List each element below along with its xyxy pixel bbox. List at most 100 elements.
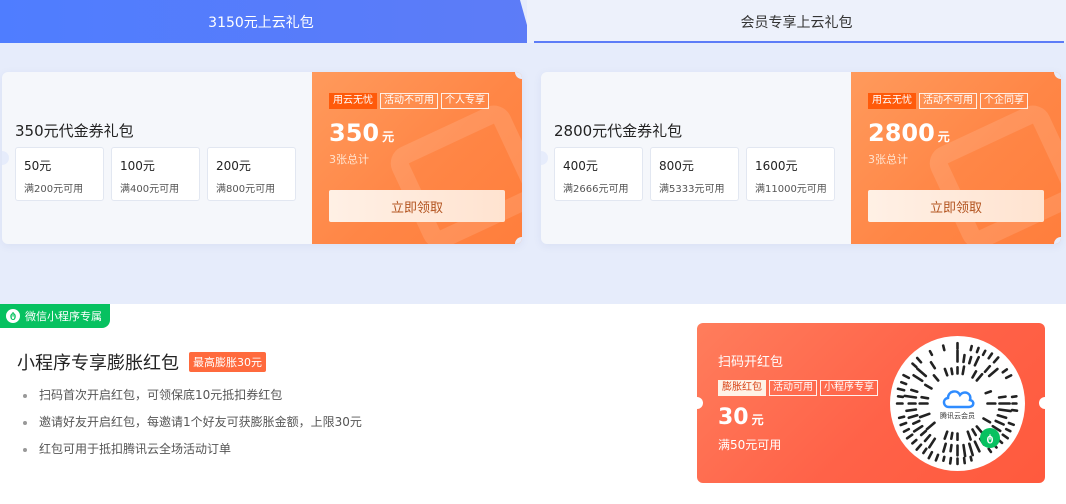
qr-ray [929, 360, 937, 370]
qr-ray [912, 373, 924, 383]
tag: 小程序专享 [820, 380, 878, 396]
card-notch [1054, 72, 1061, 79]
voucher-item: 800元 满5333元可用 [650, 147, 739, 201]
voucher-list: 400元 满2666元可用 800元 满5333元可用 1600元 满11000… [554, 147, 835, 201]
list-item: 邀请好友开启红包，每邀请1个好友可获膨胀金额，上限30元 [21, 409, 362, 436]
qr-ray [915, 443, 923, 451]
qr-ray [899, 421, 908, 427]
yen-watermark-icon [384, 99, 522, 244]
qr-logo-text: 腾讯云会员 [940, 411, 975, 420]
qr-ray [987, 352, 994, 360]
qr-ray [966, 430, 972, 441]
voucher-amount: 1600元 [755, 159, 798, 173]
voucher-condition: 满2666元可用 [563, 184, 629, 195]
coupon-title: 2800元代金券礼包 [554, 122, 683, 140]
tag: 个企同享 [980, 93, 1028, 109]
qr-ray [973, 355, 980, 367]
qr-ray [902, 427, 911, 433]
voucher-item: 200元 满800元可用 [207, 147, 296, 201]
qr-ray [934, 453, 940, 462]
tag: 活动不可用 [380, 93, 438, 109]
qr-ray [981, 349, 987, 357]
qr-ray [943, 367, 949, 377]
tag: 活动可用 [769, 380, 817, 396]
voucher-amount: 400元 [563, 159, 598, 173]
mini-title-text: 小程序专享膨胀红包 [17, 353, 179, 374]
qr-ray [907, 414, 919, 420]
qr-ray [900, 380, 908, 386]
voucher-item: 50元 满200元可用 [15, 147, 104, 201]
qr-ray [925, 421, 936, 431]
card-notch [691, 397, 703, 409]
price-number: 350 [329, 119, 380, 147]
voucher-condition: 满800元可用 [216, 184, 276, 195]
qr-ray [969, 344, 973, 352]
wechat-mini-icon: ტ [980, 428, 1000, 448]
list-item: 扫码首次开启红包，可领保底10元抵扣券红包 [21, 382, 362, 409]
wechat-badge: ტ 微信小程序专属 [0, 304, 110, 328]
qr-ray [992, 356, 1000, 364]
card-notch [1039, 397, 1051, 409]
qr-ray [962, 456, 966, 465]
qr-ray [911, 419, 921, 425]
coupon-price: 350 元 [329, 119, 394, 147]
coupon-card-2800: 2800元代金券礼包 400元 满2666元可用 800元 满5333元可用 1… [541, 72, 1061, 244]
tag: 用云无忧 [868, 93, 916, 109]
tag: 个人专享 [441, 93, 489, 109]
qr-ray [1010, 394, 1018, 399]
red-packet-title: 扫码开红包 [718, 355, 784, 370]
voucher-condition: 满11000元可用 [755, 184, 827, 195]
qr-ray [923, 383, 933, 390]
qr-ray [932, 374, 940, 382]
voucher-condition: 满200元可用 [24, 184, 84, 195]
list-item: 红包可用于抵扣腾讯云全场活动订单 [21, 436, 362, 463]
qr-ray [1001, 368, 1009, 374]
qr-ray [969, 455, 973, 462]
red-packet-card: 扫码开红包 膨胀红包 活动可用 小程序专享 30 元 满50元可用 腾讯云会员 ტ [691, 323, 1051, 483]
voucher-item: 100元 满400元可用 [111, 147, 200, 201]
mini-program-qr-code[interactable]: 腾讯云会员 ტ [890, 336, 1025, 471]
qr-ray [983, 364, 992, 374]
qr-ray [928, 349, 934, 357]
qr-ray [911, 438, 918, 445]
mini-program-section: ტ 微信小程序专属 小程序专享膨胀红包 最高膨胀30元 扫码首次开启红包，可领保… [0, 304, 1066, 504]
coupon-summary: 用云无忧 活动不可用 个企同享 2800 元 3张总计 立即领取 [851, 72, 1061, 244]
qr-ray [968, 355, 973, 365]
qr-ray [909, 388, 919, 394]
qr-ray [923, 433, 932, 443]
qr-ray [1004, 374, 1013, 380]
price-unit: 元 [751, 413, 764, 427]
card-notch [515, 72, 522, 79]
coupon-summary: 用云无忧 活动不可用 个人专享 350 元 3张总计 立即领取 [312, 72, 522, 244]
tab-label: 会员专享上云礼包 [740, 14, 853, 31]
voucher-amount: 200元 [216, 159, 251, 173]
claim-button[interactable]: 立即领取 [868, 190, 1044, 222]
qr-ray [927, 450, 934, 460]
voucher-item: 400元 满2666元可用 [554, 147, 643, 201]
tab-3150-gift[interactable]: 3150元上云礼包 [0, 0, 532, 43]
qr-ray [984, 390, 993, 395]
tag: 膨胀红包 [718, 380, 766, 396]
voucher-item: 1600元 满11000元可用 [746, 147, 835, 201]
price-unit: 元 [937, 130, 950, 144]
wechat-mini-icon: ტ [6, 309, 20, 323]
rule-list: 扫码首次开启红包，可领保底10元抵扣券红包 邀请好友开启红包，每邀请1个好友可获… [21, 382, 362, 463]
qr-ray [918, 412, 931, 419]
tag: 用云无忧 [329, 93, 377, 109]
qr-ray [919, 429, 928, 437]
red-packet-price: 30 元 [718, 405, 764, 430]
qr-ray [987, 367, 999, 378]
qr-ray [915, 356, 923, 364]
qr-ray [975, 346, 980, 354]
qr-ray [949, 443, 953, 453]
claim-button[interactable]: 立即领取 [329, 190, 505, 222]
coupon-count: 3张总计 [329, 153, 369, 166]
tab-member-gift[interactable]: 会员专享上云礼包 [527, 0, 1066, 43]
qr-ray [912, 424, 924, 433]
qr-ray [971, 428, 977, 437]
qr-ray [1001, 433, 1009, 440]
qr-ray [961, 365, 966, 376]
tag: 活动不可用 [919, 93, 977, 109]
qr-logo: 腾讯云会员 [933, 379, 982, 428]
qr-ray [950, 367, 954, 376]
